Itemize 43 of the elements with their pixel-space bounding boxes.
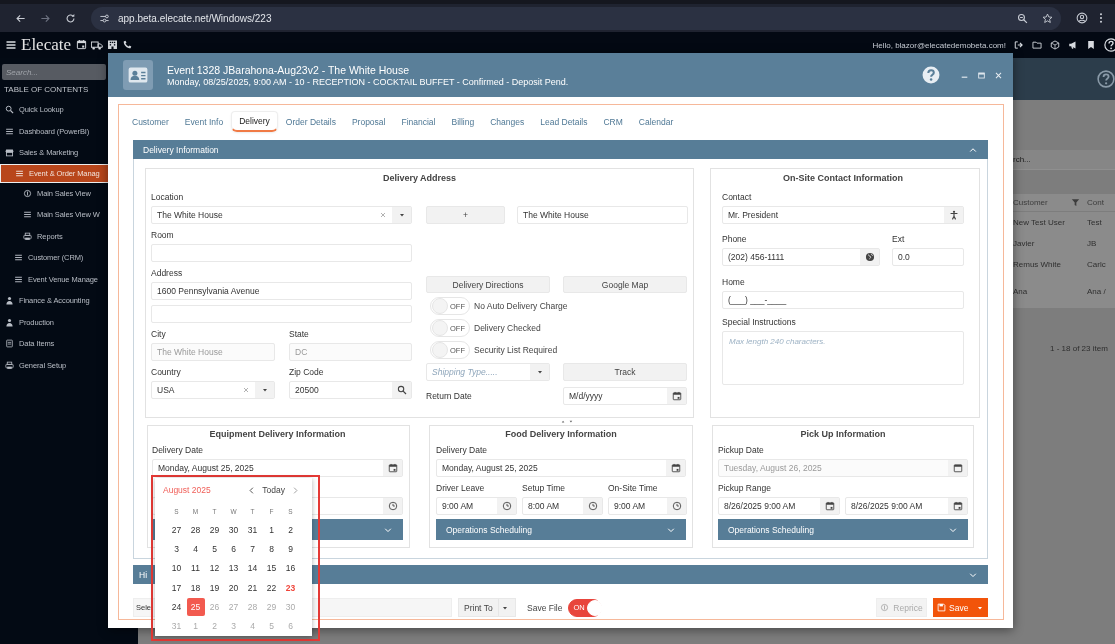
table-cell-text: Test: [1087, 218, 1103, 227]
toggle-label: Delivery Checked: [474, 323, 541, 333]
card-title: Delivery Address: [381, 173, 458, 185]
field-label: State: [289, 328, 310, 341]
card-title: Equipment Delivery Information: [208, 429, 347, 441]
table-cell-text: Ana /: [1087, 287, 1107, 296]
pager-text: 1 - 18 of 23 item: [1049, 344, 1109, 353]
field-label: Driver Leave: [436, 482, 486, 495]
toggle-label: Security List Required: [474, 345, 558, 355]
field-label: Pickup Range: [718, 482, 772, 495]
card-title: Pick Up Information: [799, 429, 887, 441]
table-cell-text: JB: [1087, 239, 1098, 248]
field-label: Address: [151, 267, 184, 280]
field-label: Setup Time: [522, 482, 566, 495]
month-title: August 2025: [163, 485, 211, 495]
field-label: City: [151, 328, 167, 341]
field-label: Location: [151, 191, 185, 204]
field-label: Delivery Date: [436, 444, 489, 457]
field-label: Return Date: [426, 390, 473, 403]
table-cell-text: New Test User: [1013, 218, 1066, 227]
field-label: On-Site Time: [608, 482, 659, 495]
table-cell-text: Carlc: [1087, 260, 1107, 269]
toggle-label: No Auto Delivery Charge: [474, 301, 568, 311]
table-cell-text: Ana: [1013, 287, 1029, 296]
table-cell-text: Javier: [1013, 239, 1036, 248]
field-label: Room: [151, 229, 175, 242]
field-label: Ext: [892, 233, 906, 246]
field-label: Phone: [722, 233, 748, 246]
section-heading: TABLE OF CONTENTS: [3, 84, 90, 96]
card-title: On-Site Contact Information: [782, 173, 904, 185]
table-cell-text: Remus White: [1013, 260, 1062, 269]
field-label: Special Instructions: [722, 316, 797, 329]
greeting: Hello, blazor@elecatedemobeta.com!: [872, 40, 1006, 50]
toggle-label: Save File: [527, 602, 563, 613]
window-subtitle: Monday, 08/25/2025, 9:00 AM - 10 - RECEPTION - COCKTAIL BUFFET - Confirmed - Deposit Pend.: [167, 76, 569, 87]
field-label: Zip Code: [289, 366, 325, 379]
card-title: Food Delivery Information: [504, 429, 618, 441]
field-label: Home: [722, 276, 746, 289]
field-label: Contact: [722, 191, 753, 204]
field-label: Delivery Date: [152, 444, 205, 457]
field-label: Country: [151, 366, 182, 379]
field-label: Pickup Date: [718, 444, 765, 457]
window-title: Event 1328 JBarahona-Aug23v2 - The White House: [167, 63, 411, 76]
